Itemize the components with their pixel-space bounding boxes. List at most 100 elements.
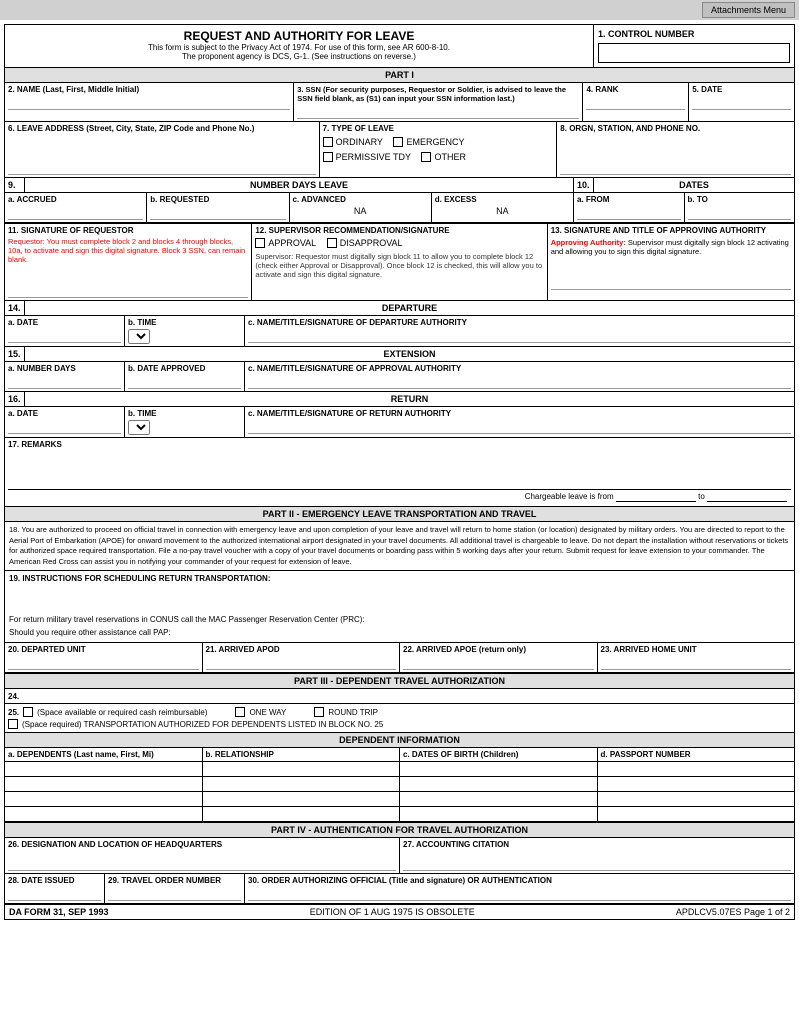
requested-field[interactable]: [150, 206, 285, 220]
dep-row2-name[interactable]: [5, 777, 203, 791]
permissive-tdy-checkbox[interactable]: [323, 152, 333, 162]
approval-option[interactable]: APPROVAL: [255, 238, 316, 248]
ret-date-label: a. DATE: [8, 409, 121, 418]
arrived-apod-field[interactable]: [206, 656, 397, 670]
emergency-checkbox[interactable]: [393, 137, 403, 147]
advanced-value: NA: [293, 204, 428, 216]
permissive-tdy-option[interactable]: PERMISSIVE TDY: [323, 152, 411, 162]
instructions-label: 19. INSTRUCTIONS FOR SCHEDULING RETURN T…: [9, 574, 790, 583]
date-issued-field[interactable]: [8, 887, 101, 901]
ordinary-option[interactable]: ORDINARY: [323, 137, 383, 147]
control-number-box[interactable]: [598, 43, 790, 63]
instructions-field[interactable]: [9, 583, 790, 613]
rank-field[interactable]: [586, 96, 685, 110]
remarks-field[interactable]: [8, 449, 791, 489]
designation-field[interactable]: [8, 851, 396, 871]
accrued-field[interactable]: [8, 206, 143, 220]
extension-section: 15. EXTENSION a. NUMBER DAYS b. DATE APP…: [5, 347, 794, 392]
approval-label: APPROVAL: [268, 238, 316, 248]
ret-name-label: c. NAME/TITLE/SIGNATURE OF RETURN AUTHOR…: [248, 409, 791, 418]
dep-date-cell: a. DATE: [5, 316, 125, 346]
cell-name: 2. NAME (Last, First, Middle Initial): [5, 83, 294, 121]
ret-date-field[interactable]: [8, 420, 121, 434]
disapproval-option[interactable]: DISAPPROVAL: [327, 238, 403, 248]
dep-row3-name[interactable]: [5, 792, 203, 806]
ext-name-field[interactable]: [248, 375, 791, 389]
dep-time-dropdown[interactable]: [128, 329, 150, 344]
ext-date-approved-label: b. DATE APPROVED: [128, 364, 241, 373]
form-footer: DA FORM 31, SEP 1993 EDITION OF 1 AUG 19…: [5, 904, 794, 919]
dep-row1-passport[interactable]: [598, 762, 795, 776]
from-field[interactable]: [577, 206, 681, 220]
name-field[interactable]: [8, 96, 290, 110]
space-available-checkbox[interactable]: [23, 707, 33, 717]
date-field[interactable]: [692, 96, 791, 110]
to-field[interactable]: [688, 206, 792, 220]
approving-authority-field[interactable]: [551, 276, 791, 290]
departure-fields: a. DATE b. TIME c. NAME/TITLE/SIGNATURE …: [5, 316, 794, 346]
part3-header: PART III - DEPENDENT TRAVEL AUTHORIZATIO…: [5, 673, 794, 689]
departed-unit-field[interactable]: [8, 656, 199, 670]
dep-name-field[interactable]: [248, 329, 791, 343]
dep-row4-dob[interactable]: [400, 807, 598, 821]
ext-date-approved-field[interactable]: [128, 375, 241, 389]
dep-row2-passport[interactable]: [598, 777, 795, 791]
arrived-home-label: 23. ARRIVED HOME UNIT: [601, 645, 792, 654]
dep-info-header: DEPENDENT INFORMATION: [5, 733, 794, 748]
type-leave-label: 7. TYPE OF LEAVE: [323, 124, 554, 133]
travel-order-label: 29. TRAVEL ORDER NUMBER: [108, 876, 241, 885]
return-num: 16.: [5, 392, 25, 406]
leave-address-field[interactable]: [8, 135, 316, 175]
dep-date-field[interactable]: [8, 329, 121, 343]
return-header-text: RETURN: [25, 392, 794, 406]
dep-row4-rel[interactable]: [203, 807, 401, 821]
ret-time-label: b. TIME: [128, 409, 241, 418]
emergency-option[interactable]: EMERGENCY: [393, 137, 464, 147]
permissive-tdy-label: PERMISSIVE TDY: [336, 152, 411, 162]
accounting-field[interactable]: [403, 851, 791, 871]
order-auth-field[interactable]: [248, 887, 791, 901]
ret-time-dropdown[interactable]: [128, 420, 150, 435]
ext-name-cell: c. NAME/TITLE/SIGNATURE OF APPROVAL AUTH…: [245, 362, 794, 391]
ret-name-field[interactable]: [248, 420, 791, 434]
round-trip-label: ROUND TRIP: [328, 708, 378, 717]
one-way-checkbox[interactable]: [235, 707, 245, 717]
part2-text: 18. You are authorized to proceed on off…: [5, 522, 794, 571]
date-label: 5. DATE: [692, 85, 791, 94]
dep-row3-dob[interactable]: [400, 792, 598, 806]
arrived-apoe-field[interactable]: [403, 656, 594, 670]
approval-checkbox[interactable]: [255, 238, 265, 248]
row-20-23: 20. DEPARTED UNIT 21. ARRIVED APOD 22. A…: [5, 643, 794, 673]
dep-row1-rel[interactable]: [203, 762, 401, 776]
dep-row3-passport[interactable]: [598, 792, 795, 806]
other-checkbox[interactable]: [421, 152, 431, 162]
disapproval-checkbox[interactable]: [327, 238, 337, 248]
dep-row2-rel[interactable]: [203, 777, 401, 791]
dep-row4-passport[interactable]: [598, 807, 795, 821]
round-trip-checkbox[interactable]: [314, 707, 324, 717]
travel-order-field[interactable]: [108, 887, 241, 901]
supervisor-note: Supervisor: Requestor must digitally sig…: [255, 252, 543, 279]
dep-row1-name[interactable]: [5, 762, 203, 776]
dep-row3-rel[interactable]: [203, 792, 401, 806]
attachments-menu-button[interactable]: Attachments Menu: [702, 2, 795, 18]
dep-row2-dob[interactable]: [400, 777, 598, 791]
row-25: 25. (Space available or required cash re…: [5, 704, 794, 733]
arrived-home-field[interactable]: [601, 656, 792, 670]
space-required-checkbox[interactable]: [8, 719, 18, 729]
row-9-10: 9. NUMBER DAYS LEAVE a. ACCRUED b. REQUE…: [5, 178, 794, 224]
control-number-label: 1. CONTROL NUMBER: [598, 29, 790, 39]
return-fields: a. DATE b. TIME c. NAME/TITLE/SIGNATURE …: [5, 407, 794, 437]
arrived-apod-label: 21. ARRIVED APOD: [206, 645, 397, 654]
control-number-section: 1. CONTROL NUMBER: [594, 25, 794, 67]
ordinary-checkbox[interactable]: [323, 137, 333, 147]
orgn-field[interactable]: [560, 135, 791, 175]
dep-row4-name[interactable]: [5, 807, 203, 821]
ssn-field[interactable]: [297, 105, 579, 119]
ext-num-days-field[interactable]: [8, 375, 121, 389]
cell-arrived-home: 23. ARRIVED HOME UNIT: [598, 643, 795, 672]
other-option[interactable]: OTHER: [421, 152, 466, 162]
form-title: REQUEST AND AUTHORITY FOR LEAVE: [9, 29, 589, 43]
dep-row1-dob[interactable]: [400, 762, 598, 776]
sig-requestor-field[interactable]: [8, 284, 248, 298]
